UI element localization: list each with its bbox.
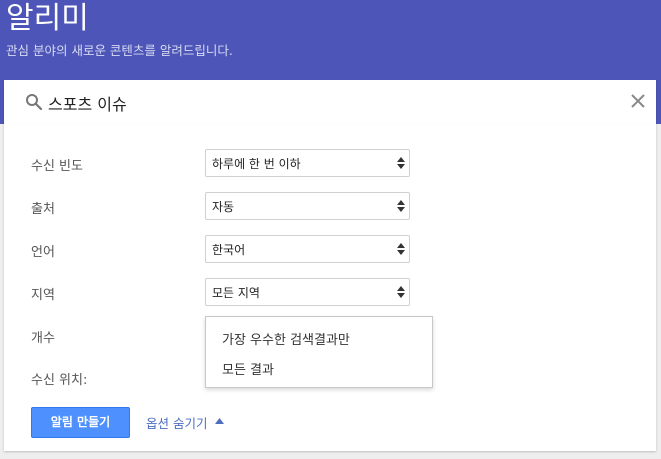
how-many-label: 개수 xyxy=(31,331,55,346)
sources-label: 출처 xyxy=(31,202,55,217)
search-icon xyxy=(26,94,43,111)
deliver-to-label: 수신 위치: xyxy=(31,373,88,388)
frequency-select[interactable]: 하루에 한 번 이하 xyxy=(205,149,410,177)
select-arrows-icon xyxy=(397,157,405,169)
language-label: 언어 xyxy=(31,245,55,260)
search-input[interactable]: 스포츠 이슈 xyxy=(48,91,127,115)
frequency-value: 하루에 한 번 이하 xyxy=(212,157,301,171)
sources-select[interactable]: 자동 xyxy=(205,192,410,220)
select-arrows-icon xyxy=(397,200,405,212)
frequency-label: 수신 빈도 xyxy=(31,159,83,174)
hide-options-link[interactable]: 옵션 숨기기 xyxy=(146,413,207,432)
how-many-dropdown[interactable]: 가장 우수한 검색결과만 모든 결과 xyxy=(205,316,433,388)
region-select[interactable]: 모든 지역 xyxy=(205,278,410,306)
search-box[interactable]: 스포츠 이슈 xyxy=(4,80,656,124)
close-icon[interactable] xyxy=(630,93,646,109)
sources-value: 자동 xyxy=(212,200,235,214)
page-title: 알리미 xyxy=(6,1,89,36)
language-select[interactable]: 한국어 xyxy=(205,235,410,263)
create-alert-button[interactable]: 알림 만들기 xyxy=(31,407,130,438)
language-value: 한국어 xyxy=(212,243,246,257)
region-label: 지역 xyxy=(31,288,55,303)
page-subtitle: 관심 분야의 새로운 콘텐츠를 알려드립니다. xyxy=(6,43,233,58)
dropdown-option-all[interactable]: 모든 결과 xyxy=(222,359,274,378)
dropdown-option-best[interactable]: 가장 우수한 검색결과만 xyxy=(222,329,350,348)
region-value: 모든 지역 xyxy=(212,286,260,300)
chevron-up-icon[interactable] xyxy=(215,418,224,424)
select-arrows-icon xyxy=(397,243,405,255)
select-arrows-icon xyxy=(397,286,405,298)
